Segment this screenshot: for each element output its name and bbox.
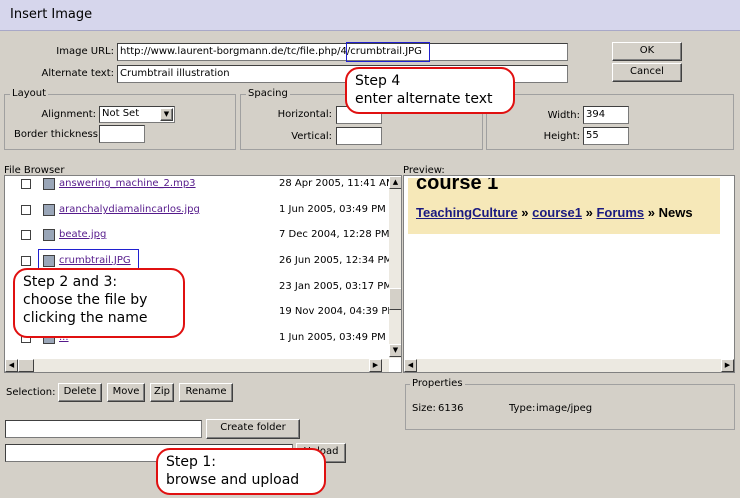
file-date: 1 Jun 2005, 03:49 PM: [279, 204, 386, 215]
height-label: Height:: [543, 131, 580, 142]
alignment-label: Alignment:: [41, 109, 96, 120]
file-list-vertical-scrollbar[interactable]: ▲ ▼: [389, 176, 401, 358]
file-name-link[interactable]: beate.jpg: [59, 229, 106, 240]
width-label: Width:: [547, 110, 580, 121]
file-row: aranchalydiamalincarlos.jpg 1 Jun 2005, 0…: [21, 201, 386, 221]
step23-callout: Step 2 and 3: choose the file by clickin…: [13, 268, 185, 338]
scroll-up-icon[interactable]: ▲: [389, 176, 401, 189]
move-button[interactable]: Move: [107, 383, 145, 402]
border-thickness-input[interactable]: [99, 125, 145, 143]
file-row: beate.jpg 7 Dec 2004, 12:28 PM: [21, 226, 390, 246]
rename-button[interactable]: Rename: [179, 383, 233, 402]
selected-file-highlight: [38, 249, 139, 269]
zip-button[interactable]: Zip: [150, 383, 174, 402]
ok-button[interactable]: OK: [612, 42, 682, 61]
file-date: 7 Dec 2004, 12:28 PM: [279, 229, 390, 240]
file-row: answering_machine_2.mp3 28 Apr 2005, 11:4…: [21, 176, 390, 195]
vertical-spacing-input[interactable]: [336, 127, 382, 145]
height-input[interactable]: 55: [583, 127, 629, 145]
delete-button[interactable]: Delete: [58, 383, 102, 402]
file-checkbox[interactable]: [21, 256, 31, 266]
file-date: 23 Jan 2005, 03:17 PM: [279, 281, 390, 292]
file-name-link[interactable]: answering_machine_2.mp3: [59, 178, 196, 189]
alignment-select[interactable]: Not Set ▼: [99, 106, 175, 123]
preview-breadcrumb: TeachingCulture » course1 » Forums » New…: [416, 205, 693, 220]
size-label: Size:: [412, 403, 436, 414]
selection-label: Selection:: [6, 387, 56, 398]
breadcrumb-separator: »: [521, 205, 529, 220]
step4-callout: Step 4 enter alternate text: [345, 67, 515, 114]
h-scroll-thumb[interactable]: [18, 359, 34, 372]
url-filename-highlight: [346, 42, 430, 62]
preview-heading: course 1: [416, 178, 499, 194]
type-label: Type:: [509, 403, 536, 414]
image-file-icon: [43, 204, 55, 216]
file-date: 19 Nov 2004, 04:39 PM: [279, 306, 390, 317]
scroll-down-icon[interactable]: ▼: [389, 344, 401, 357]
step23-callout-line2: choose the file by: [23, 292, 148, 308]
step1-callout: Step 1: browse and upload: [156, 448, 326, 495]
image-url-input[interactable]: http://www.laurent-borgmann.de/tc/file.p…: [117, 43, 568, 61]
breadcrumb-forums: Forums: [596, 205, 645, 220]
breadcrumb-course1: course1: [532, 205, 582, 220]
width-input[interactable]: 394: [583, 106, 629, 124]
preview-image: course 1 TeachingCulture » course1 » For…: [408, 178, 720, 234]
create-folder-button[interactable]: Create folder: [206, 419, 300, 439]
step4-callout-line1: Step 4: [355, 73, 401, 89]
properties-title: Properties: [410, 378, 465, 389]
cancel-button[interactable]: Cancel: [612, 63, 682, 82]
image-url-label: Image URL:: [56, 46, 114, 57]
step23-callout-line1: Step 2 and 3:: [23, 274, 118, 290]
step1-callout-line1: Step 1:: [166, 454, 216, 470]
layout-group-title: Layout: [10, 88, 48, 99]
scroll-right-icon[interactable]: ▶: [369, 359, 382, 372]
alternate-text-label: Alternate text:: [41, 68, 114, 79]
step4-callout-line2: enter alternate text: [355, 91, 493, 107]
scroll-right-icon[interactable]: ▶: [721, 359, 734, 372]
image-file-icon: [43, 229, 55, 241]
vertical-label: Vertical:: [291, 131, 332, 142]
file-checkbox[interactable]: [21, 179, 31, 189]
preview-pane: course 1 TeachingCulture » course1 » For…: [403, 175, 735, 373]
audio-file-icon: [43, 178, 55, 190]
scroll-left-icon[interactable]: ◀: [5, 359, 18, 372]
breadcrumb-news: News: [658, 205, 693, 220]
scroll-thumb[interactable]: [389, 288, 401, 310]
type-value: image/jpeg: [536, 403, 593, 414]
horizontal-label: Horizontal:: [277, 109, 332, 120]
file-checkbox[interactable]: [21, 230, 31, 240]
border-thickness-label: Border thickness:: [14, 129, 102, 140]
dialog-title-bar: Insert Image: [0, 0, 740, 31]
spacing-group-title: Spacing: [246, 88, 290, 99]
size-value: 6136: [438, 403, 464, 414]
preview-horizontal-scrollbar[interactable]: ◀ ▶: [404, 359, 734, 372]
step1-callout-line2: browse and upload: [166, 472, 300, 488]
breadcrumb-teachingculture: TeachingCulture: [416, 205, 518, 220]
file-date: 26 Jun 2005, 12:34 PM: [279, 255, 390, 266]
chevron-down-icon[interactable]: ▼: [160, 108, 173, 121]
file-date: 1 Jun 2005, 03:49 PM: [279, 332, 386, 343]
file-list-horizontal-scrollbar[interactable]: ◀ ▶: [5, 359, 389, 372]
file-checkbox[interactable]: [21, 205, 31, 215]
dialog-title: Insert Image: [10, 7, 93, 22]
step23-callout-line3: clicking the name: [23, 310, 148, 326]
file-name-link[interactable]: aranchalydiamalincarlos.jpg: [59, 204, 200, 215]
scroll-left-icon[interactable]: ◀: [404, 359, 417, 372]
folder-name-input[interactable]: [5, 420, 202, 438]
file-date: 28 Apr 2005, 11:41 AM: [279, 178, 390, 189]
breadcrumb-separator: »: [647, 205, 655, 220]
breadcrumb-separator: »: [585, 205, 593, 220]
